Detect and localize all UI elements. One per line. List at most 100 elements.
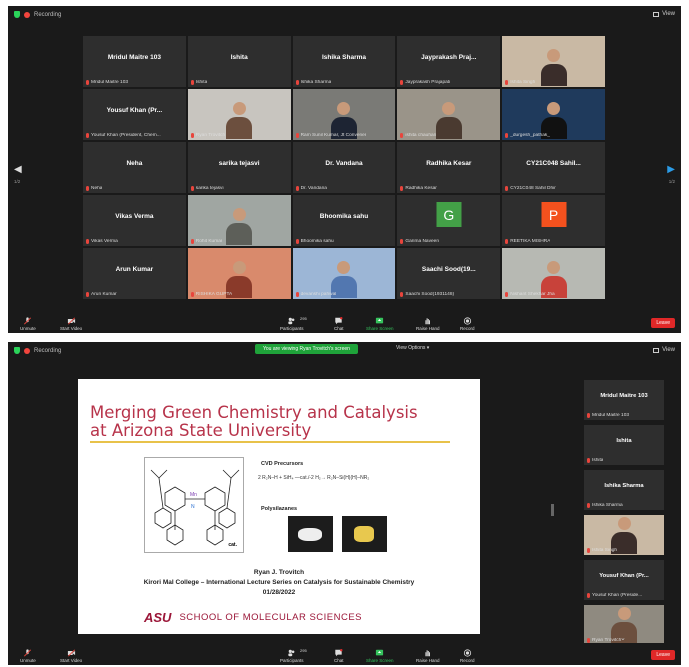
slide-title-line1: Merging Green Chemistry and Catalysis <box>90 403 418 422</box>
share-screen-button[interactable]: Share Screen <box>366 649 394 663</box>
participant-name-text: Saachi Sood(1931148) <box>405 292 455 297</box>
view-label: View <box>662 11 675 17</box>
viewing-screen-banner: You are viewing Ryan Trovitch's screen <box>255 344 358 354</box>
participant-tile-nishant-shekhar-jha[interactable]: Nishant Shekhar Jha <box>502 248 605 299</box>
security-shield-icon[interactable] <box>14 11 20 18</box>
participant-tile-yousuf-khan-president-chem[interactable]: Yousuf Khan (Pr... Yousuf Khan (President… <box>83 89 186 140</box>
unmute-label: Unmute <box>20 326 36 331</box>
participant-tile-jayprakash-prajapati[interactable]: Jayprakash Praj... Jayprakash Prajapati <box>397 36 501 87</box>
share-screen-icon <box>376 317 384 324</box>
share-screen-button[interactable]: Share Screen <box>366 317 394 331</box>
participant-tile-ishika-sharma[interactable]: Ishika Sharma Ishika Sharma <box>292 36 396 87</box>
participant-tile-reetika-mishra[interactable]: P REETIKA MISHRA <box>502 195 605 246</box>
view-options-label: View Options <box>396 345 426 351</box>
muted-mic-icon <box>190 239 194 244</box>
participant-tile-saachi-sood-1931148[interactable]: Saachi Sood(19... Saachi Sood(1931148) <box>397 248 501 299</box>
muted-mic-icon <box>86 186 89 191</box>
participant-body <box>226 117 253 139</box>
prev-page-arrow-icon[interactable]: ◀ <box>14 164 22 175</box>
participant-head <box>547 49 561 62</box>
zoom-screenshare-window: Recording You are viewing Ryan Trovitch'… <box>8 342 681 665</box>
view-options-button[interactable]: View Options ▾ <box>396 345 429 351</box>
participants-label: Participants <box>280 326 304 331</box>
participant-tile-mridul-maitre-103[interactable]: Mridul Maitre 103 Mridul Maitre 103 <box>83 36 186 87</box>
raise-hand-button[interactable]: Raise Hand <box>416 317 440 331</box>
reaction-equation-text: 2 R₂N–H + SiH₄ —cat./-2 H₂→ R₂N–Si(H)(H)… <box>258 475 370 481</box>
participant-tile-sarika-tejasvi[interactable]: sarika tejasvi sarika tejasvi <box>187 142 291 193</box>
participant-name-label: _durgesh_pathak_ <box>505 133 550 138</box>
split-drag-handle[interactable] <box>551 504 554 516</box>
participant-tile-ram-sunil-kumar-jt-convener[interactable]: Ram Sunil Kumar, Jt Convener <box>292 89 396 140</box>
muted-mic-icon <box>24 317 32 325</box>
event-date: 01/28/2022 <box>262 589 296 596</box>
participant-tile-ishita[interactable]: Ishita Ishita <box>584 425 664 465</box>
participant-name-text: Neha <box>91 186 103 191</box>
participant-figure <box>226 102 253 140</box>
participant-tile-cy21c048-sahil-dhir[interactable]: CY21C048 Sahil... CY21C048 Sahil Dhir <box>502 142 605 193</box>
participant-tile-ishita-singh[interactable]: Ishita Singh <box>584 515 664 555</box>
participant-tile-neha[interactable]: Neha Neha <box>83 142 186 193</box>
participant-name-text: Ishika Sharma <box>592 503 623 508</box>
participant-tile-ishita-singh[interactable]: Ishita Singh <box>502 36 605 87</box>
participants-count: 295 <box>300 648 307 653</box>
shared-slide: Merging Green Chemistry and Catalysis at… <box>78 379 480 634</box>
meeting-toolbar: Unmute Start Video Participants 295 Chat… <box>8 311 681 333</box>
participant-name-label: Ishita <box>587 458 603 463</box>
participant-tile-arun-kumar[interactable]: Arun Kumar Arun Kumar <box>83 248 186 299</box>
event-title: Kirori Mal College – International Lectu… <box>143 579 415 586</box>
participant-name-text: Arun Kumar <box>91 292 117 297</box>
recording-indicator: Recording <box>14 11 61 18</box>
participant-tile-vikas-verma[interactable]: Vikas Verma Vikas Verma <box>83 195 186 246</box>
next-page-arrow-icon[interactable]: ▶ <box>667 164 675 175</box>
muted-mic-icon <box>587 503 590 508</box>
record-button[interactable]: Record <box>460 649 475 663</box>
participant-tile-garima-naveen[interactable]: G Garima Naveen <box>397 195 501 246</box>
unmute-button[interactable]: Unmute <box>20 649 36 663</box>
chat-button[interactable]: Chat <box>334 317 344 331</box>
leave-button[interactable]: Leave <box>651 318 675 328</box>
record-icon <box>463 649 471 657</box>
participant-tile-ryan-trovitch[interactable]: Ryan Trovitch <box>187 89 291 140</box>
participant-name-label: Bhoomika sahu <box>295 239 334 244</box>
participant-tile-rishika-gupta[interactable]: RISHIKA GUPTA <box>187 248 291 299</box>
participant-name-text: Ishita <box>195 80 208 85</box>
participant-tile-rohit-kumar[interactable]: Rohit Kumar <box>187 195 291 246</box>
participant-tile-yousuf-khan-preside[interactable]: Yousuf Khan (Pr... Yousuf Khan (Preside..… <box>584 560 664 600</box>
start-video-button[interactable]: Start Video <box>60 649 82 663</box>
sidebar-scroll-down-icon[interactable]: ⌄ <box>620 634 626 642</box>
participant-display-name: Yousuf Khan (Pr... <box>106 107 163 114</box>
security-shield-icon[interactable] <box>14 347 20 354</box>
participant-tile-ishita[interactable]: Ishita Ishita <box>187 36 291 87</box>
gallery-row: Yousuf Khan (Pr... Yousuf Khan (President… <box>83 89 605 140</box>
participant-tile-mridul-maitre-103[interactable]: Mridul Maitre 103 Mridul Maitre 103 <box>584 380 664 420</box>
muted-mic-icon <box>86 133 89 138</box>
leave-button[interactable]: Leave <box>651 650 675 660</box>
reaction-equation: 2 R₂N–H + SiH₄ —cat./-2 H₂→ R₂N–Si(H)(H)… <box>258 475 369 481</box>
participant-display-name: Ishita <box>616 438 632 444</box>
participant-tile-dr-vandana[interactable]: Dr. Vandana Dr. Vandana <box>292 142 396 193</box>
view-button[interactable]: View <box>653 11 675 17</box>
participant-tile-radhika-kesar[interactable]: Radhika Kesar Radhika Kesar <box>397 142 501 193</box>
recording-label: Recording <box>34 11 62 18</box>
chat-button[interactable]: Chat <box>334 649 344 663</box>
start-video-button[interactable]: Start Video <box>60 317 82 331</box>
recording-label: Recording <box>34 347 62 354</box>
unmute-button[interactable]: Unmute <box>20 317 36 331</box>
participant-body <box>540 64 567 86</box>
participant-head <box>617 607 631 620</box>
participant-name-label: Rohit Kumar <box>190 239 222 244</box>
raise-hand-button[interactable]: Raise Hand <box>416 649 440 663</box>
muted-mic-icon <box>86 80 89 85</box>
muted-mic-icon <box>505 292 509 297</box>
speaker-name: Ryan J. Trovitch <box>253 569 305 576</box>
participant-tile-ishika-sharma[interactable]: Ishika Sharma Ishika Sharma <box>584 470 664 510</box>
participant-tile-durgesh-pathak[interactable]: _durgesh_pathak_ <box>502 89 605 140</box>
participant-tile-devanshi-pahwal[interactable]: devanshi pahwal <box>292 248 396 299</box>
participant-name-label: Yousuf Khan (Preside... <box>587 593 642 598</box>
muted-mic-icon <box>505 80 509 85</box>
record-button[interactable]: Record <box>460 317 475 331</box>
participant-tile-bhoomika-sahu[interactable]: Bhoomika sahu Bhoomika sahu <box>292 195 396 246</box>
participant-gallery: Mridul Maitre 103 Mridul Maitre 103 Ishita… <box>83 36 605 301</box>
participant-tile-ishita-chauhan[interactable]: ishita chauhan <box>397 89 501 140</box>
view-button[interactable]: View <box>653 347 675 353</box>
